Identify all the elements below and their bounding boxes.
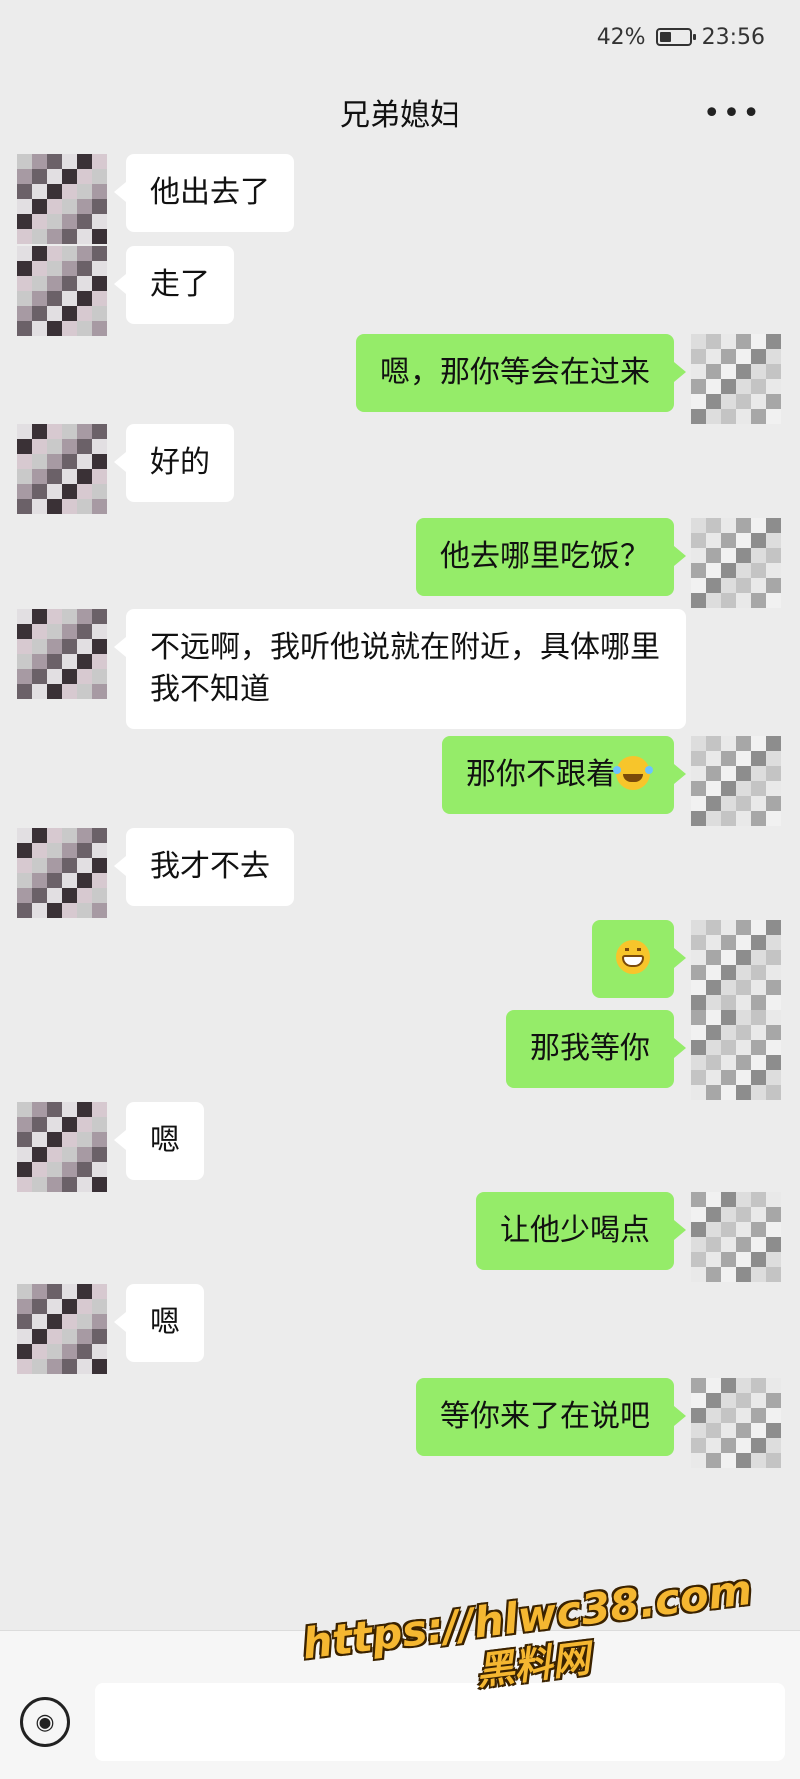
my-avatar[interactable]: [691, 736, 781, 826]
battery-fill: [659, 32, 672, 42]
outgoing-message-bubble[interactable]: 嗯，那你等会在过来: [356, 334, 686, 412]
battery-percent: 42%: [596, 24, 646, 50]
message-text: 嗯: [150, 1123, 180, 1158]
chat-header: 兄弟媳妇 •••: [0, 70, 800, 154]
message-text: 走了: [150, 267, 210, 302]
message-text: 那你不跟着: [466, 757, 616, 792]
message-text: 让他少喝点: [500, 1213, 650, 1248]
incoming-message-bubble[interactable]: 嗯: [114, 1284, 204, 1362]
clock: 23:56: [701, 24, 765, 50]
contact-avatar[interactable]: [17, 246, 107, 336]
outgoing-message-bubble[interactable]: 那你不跟着: [442, 736, 686, 814]
contact-avatar[interactable]: [17, 1284, 107, 1374]
incoming-message-bubble[interactable]: 不远啊，我听他说就在附近，具体哪里我不知道: [114, 609, 686, 729]
contact-avatar[interactable]: [17, 828, 107, 918]
my-avatar[interactable]: [691, 334, 781, 424]
input-bar: ◉: [0, 1630, 800, 1779]
laughing-tears-emoji: [613, 756, 650, 790]
message-text: 等你来了在说吧: [440, 1399, 650, 1434]
outgoing-message-bubble[interactable]: 他去哪里吃饭？: [416, 518, 686, 596]
contact-avatar[interactable]: [17, 154, 107, 244]
grinning-emoji: [616, 940, 650, 974]
incoming-message-bubble[interactable]: 嗯: [114, 1102, 204, 1180]
message-text: 嗯: [150, 1305, 180, 1340]
message-text: 嗯，那你等会在过来: [380, 355, 650, 390]
outgoing-message-bubble[interactable]: 等你来了在说吧: [416, 1378, 686, 1456]
my-avatar[interactable]: [691, 518, 781, 608]
outgoing-message-bubble[interactable]: 那我等你: [506, 1010, 686, 1088]
incoming-message-bubble[interactable]: 他出去了: [114, 154, 294, 232]
message-text: 好的: [150, 445, 210, 480]
status-bar: 42% 23:56: [0, 0, 800, 70]
message-text: 不远啊，我听他说就在附近，具体哪里我不知道: [150, 630, 660, 707]
contact-avatar[interactable]: [17, 424, 107, 514]
message-text: 那我等你: [530, 1031, 650, 1066]
message-text: 他去哪里吃饭？: [440, 539, 650, 574]
contact-avatar[interactable]: [17, 1102, 107, 1192]
message-text: 他出去了: [150, 175, 270, 210]
outgoing-message-bubble[interactable]: [592, 920, 686, 998]
my-avatar[interactable]: [691, 1378, 781, 1468]
incoming-message-bubble[interactable]: 好的: [114, 424, 234, 502]
message-list[interactable]: 他出去了走了嗯，那你等会在过来好的他去哪里吃饭？ 不远啊，我听他说就在附近，具体哪…: [0, 154, 800, 1630]
my-avatar[interactable]: [691, 1192, 781, 1282]
more-dots-icon[interactable]: •••: [703, 96, 762, 131]
chat-title: 兄弟媳妇: [340, 98, 460, 133]
message-input[interactable]: [95, 1683, 785, 1761]
incoming-message-bubble[interactable]: 我才不去: [114, 828, 294, 906]
message-text: 我才不去: [150, 849, 270, 884]
my-avatar[interactable]: [691, 1010, 781, 1100]
incoming-message-bubble[interactable]: 走了: [114, 246, 234, 324]
voice-icon[interactable]: ◉: [20, 1697, 70, 1747]
outgoing-message-bubble[interactable]: 让他少喝点: [476, 1192, 686, 1270]
contact-avatar[interactable]: [17, 609, 107, 699]
battery-icon: [655, 28, 696, 46]
my-avatar[interactable]: [691, 920, 781, 1010]
